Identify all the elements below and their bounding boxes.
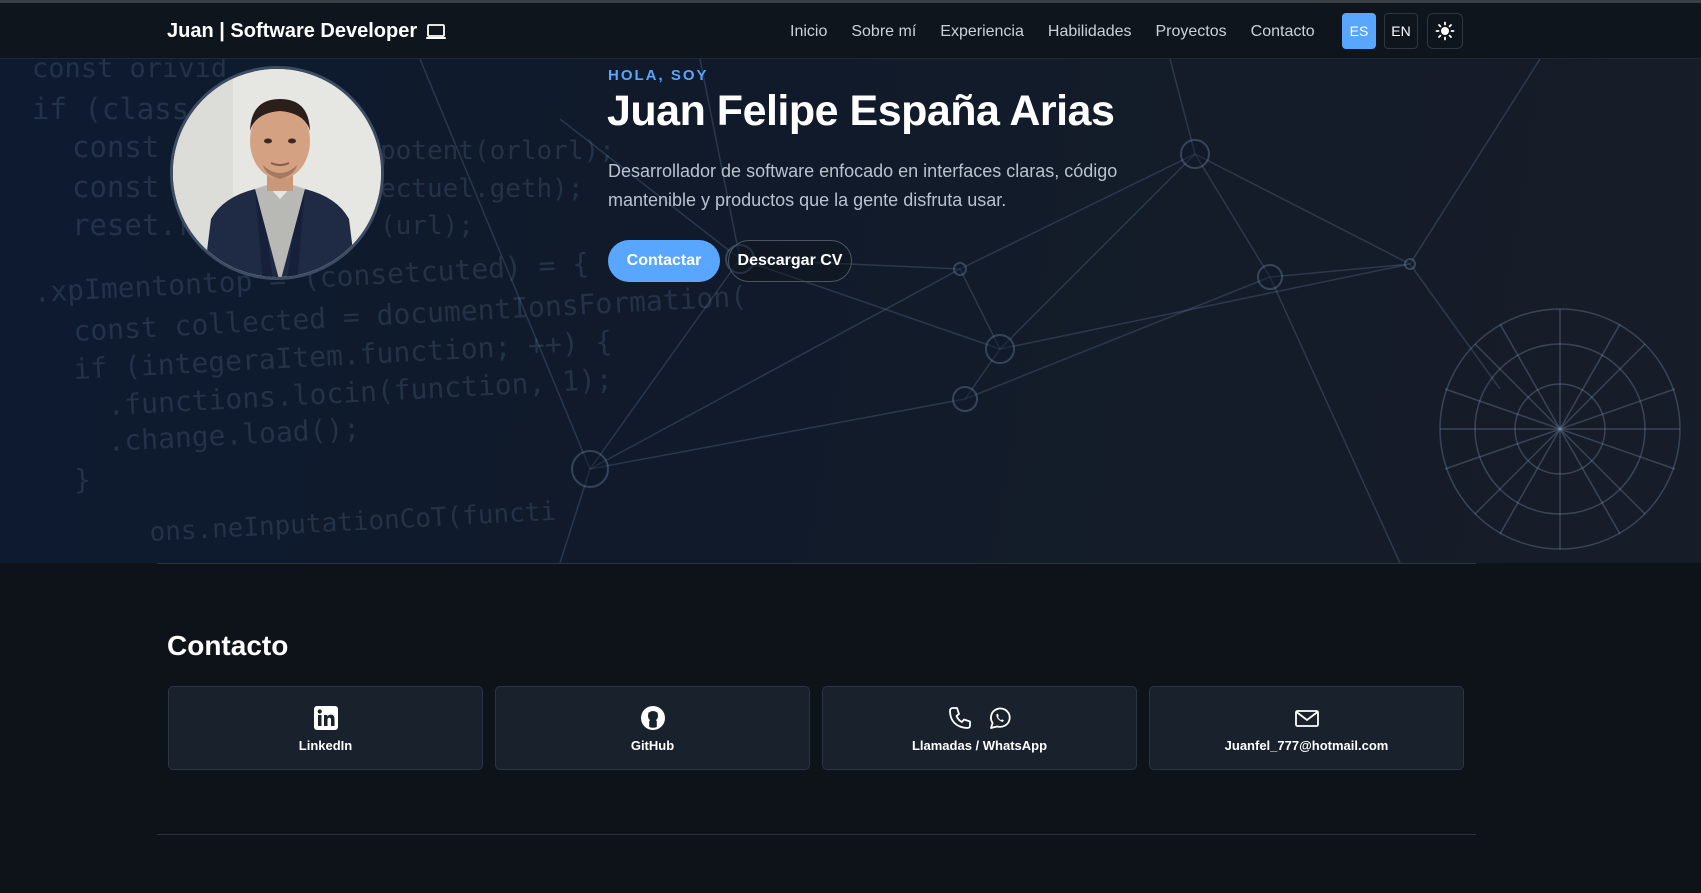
mail-icon <box>1294 709 1319 727</box>
brand[interactable]: Juan | Software Developer <box>167 20 447 43</box>
contact-card-label: Juanfel_777@hotmail.com <box>1224 737 1389 753</box>
navbar: Juan | Software Developer Inicio Sobre m… <box>0 3 1701 59</box>
nav-link-habilidades[interactable]: Habilidades <box>1048 23 1132 41</box>
code-line: } <box>74 463 91 496</box>
code-line: (url); <box>380 211 474 241</box>
profile-avatar <box>170 66 384 280</box>
nav-link-contacto[interactable]: Contacto <box>1251 23 1315 41</box>
download-cv-button[interactable]: Descargar CV <box>728 240 852 282</box>
contact-card-label: GitHub <box>630 737 675 753</box>
sun-icon <box>1435 21 1455 41</box>
code-line: if (class <box>32 92 189 126</box>
theme-toggle-button[interactable] <box>1427 13 1463 49</box>
hero-description: Desarrollador de software enfocado en in… <box>608 161 1118 210</box>
lang-en-button[interactable]: EN <box>1384 13 1418 49</box>
contact-button[interactable]: Contactar <box>608 240 720 282</box>
linkedin-icon <box>313 705 338 730</box>
code-line: ectuel.geth); <box>380 174 584 204</box>
brand-text: Juan | Software Developer <box>167 20 418 42</box>
contact-section-title: Contacto <box>167 630 289 661</box>
code-line: const <box>72 130 159 164</box>
nav-link-inicio[interactable]: Inicio <box>790 23 827 41</box>
hero-section: const orivid if (class const const reset… <box>0 59 1701 563</box>
contact-card-phone-whatsapp[interactable]: Llamadas / WhatsApp <box>822 686 1137 770</box>
code-line: const <box>72 170 159 204</box>
section-divider <box>157 563 1476 564</box>
contact-card-linkedin[interactable]: LinkedIn <box>168 686 483 770</box>
nav-link-experiencia[interactable]: Experiencia <box>940 23 1024 41</box>
contact-card-label: Llamadas / WhatsApp <box>911 737 1048 753</box>
code-line: ons.neInputationCoT(functi <box>149 497 557 548</box>
whatsapp-icon <box>989 707 1011 729</box>
phone-icon <box>948 706 971 729</box>
laptop-icon <box>426 23 447 39</box>
contact-card-github[interactable]: GitHub <box>495 686 810 770</box>
nav-link-proyectos[interactable]: Proyectos <box>1156 23 1227 41</box>
nav-links: Inicio Sobre mí Experiencia Habilidades … <box>790 23 1339 41</box>
section-divider <box>157 834 1476 835</box>
code-line: potent(orlorl); <box>380 136 615 166</box>
nav-link-sobre-mi[interactable]: Sobre mí <box>851 23 916 41</box>
lang-es-button[interactable]: ES <box>1342 13 1376 49</box>
code-line: reset.r <box>72 208 194 242</box>
github-icon <box>640 705 665 730</box>
profile-photo <box>173 69 381 277</box>
hero-name: Juan Felipe España Arias <box>607 87 1115 135</box>
contact-card-email[interactable]: Juanfel_777@hotmail.com <box>1149 686 1464 770</box>
geodesic-sphere <box>1439 308 1681 550</box>
code-line: const orivid <box>32 59 227 84</box>
contact-card-label: LinkedIn <box>298 737 353 753</box>
hero-kicker: HOLA, SOY <box>608 67 709 84</box>
